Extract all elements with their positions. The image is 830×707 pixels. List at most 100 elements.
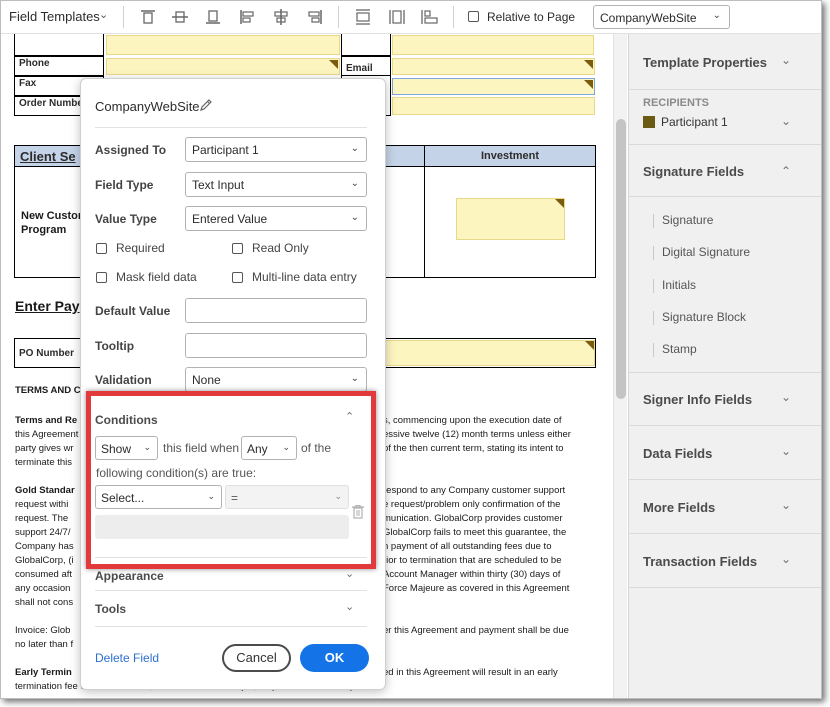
toolbar: Field Templates ⌄ Relative to Page Compa… xyxy=(1,1,821,34)
align-middle-icon[interactable] xyxy=(170,8,190,26)
form-field[interactable] xyxy=(392,35,594,55)
chevron-down-icon[interactable]: ⌄ xyxy=(781,552,791,566)
terms-line: request. The xyxy=(15,513,69,524)
template-properties-header[interactable]: Template Properties xyxy=(643,55,767,70)
cancel-button[interactable]: Cancel xyxy=(222,644,291,672)
signature-field-item[interactable]: Digital Signature xyxy=(662,245,750,259)
match-height-icon[interactable] xyxy=(387,8,407,26)
value-type-select[interactable]: Entered Value ⌄ xyxy=(185,206,367,231)
signature-field-item[interactable]: Initials xyxy=(662,278,696,292)
align-bottom-icon[interactable] xyxy=(203,8,223,26)
condition-value-input[interactable] xyxy=(95,515,349,539)
field-marker xyxy=(329,60,338,69)
delete-field-link[interactable]: Delete Field xyxy=(95,651,159,665)
order-number-label: Order Numbe xyxy=(19,98,83,109)
field-templates-menu[interactable]: Field Templates xyxy=(9,9,100,24)
terms-line: request withi xyxy=(15,499,69,510)
divider xyxy=(629,196,821,197)
divider xyxy=(629,89,821,90)
terms-line: GlobalCorp, (i xyxy=(15,555,74,566)
conditions-header[interactable]: Conditions xyxy=(95,413,158,427)
value-type-value: Entered Value xyxy=(192,212,268,226)
signature-fields-header[interactable]: Signature Fields xyxy=(643,164,744,179)
scrollbar-thumb[interactable] xyxy=(616,119,626,399)
document-select[interactable]: CompanyWebSite ⌄ xyxy=(593,5,730,29)
default-value-input[interactable] xyxy=(185,298,367,323)
chevron-down-icon[interactable]: ⌄ xyxy=(781,114,791,128)
value-type-label: Value Type xyxy=(95,212,157,226)
investment-field[interactable] xyxy=(456,198,565,240)
terms-line: of the then current term, stating its in… xyxy=(383,443,564,454)
appearance-header[interactable]: Appearance xyxy=(95,569,164,583)
this-field-when-text: this field when xyxy=(163,441,240,455)
phone-field[interactable] xyxy=(106,58,340,75)
relative-to-page-checkbox[interactable] xyxy=(468,11,479,22)
field-type-select[interactable]: Text Input ⌄ xyxy=(185,172,367,197)
show-hide-select[interactable]: Show ⌄ xyxy=(95,436,158,460)
assigned-to-label: Assigned To xyxy=(95,143,167,157)
terms-line: Early Termin xyxy=(15,667,72,678)
transaction-fields-header[interactable]: Transaction Fields xyxy=(643,554,757,569)
chevron-down-icon[interactable]: ⌄ xyxy=(781,444,791,458)
chevron-up-icon[interactable]: ⌃ xyxy=(781,164,791,178)
read-only-checkbox[interactable] xyxy=(232,243,243,254)
po-number-field[interactable] xyxy=(381,340,595,366)
align-left-icon[interactable] xyxy=(238,8,258,26)
chevron-down-icon[interactable]: ⌄ xyxy=(345,567,354,580)
terms-line: Force Majeure as covered in this Agreeme… xyxy=(383,583,570,594)
terms-line: GlobalCorp fails to meet this guarantee,… xyxy=(383,527,567,538)
email-field[interactable] xyxy=(392,58,595,75)
multi-line-checkbox[interactable] xyxy=(232,272,243,283)
any-all-select[interactable]: Any ⌄ xyxy=(241,436,297,460)
mask-field-checkbox[interactable] xyxy=(96,272,107,283)
match-size-icon[interactable] xyxy=(420,8,440,26)
tools-header[interactable]: Tools xyxy=(95,602,126,616)
condition-operator-select[interactable]: = ⌄ xyxy=(225,485,349,509)
document-scrollbar[interactable] xyxy=(613,34,627,698)
more-fields-header[interactable]: More Fields xyxy=(643,500,715,515)
chevron-down-icon[interactable]: ⌄ xyxy=(345,600,354,613)
client-section-title: Client Se xyxy=(20,149,76,164)
app-window: Field Templates ⌄ Relative to Page Compa… xyxy=(0,0,822,699)
any-all-value: Any xyxy=(247,442,268,456)
match-width-icon[interactable] xyxy=(353,8,373,26)
po-number-label: PO Number xyxy=(19,348,75,359)
trash-icon[interactable] xyxy=(351,504,365,520)
following-conditions-text: following condition(s) are true: xyxy=(96,466,257,480)
signature-field-item[interactable]: Signature xyxy=(662,213,713,227)
chevron-down-icon[interactable]: ⌄ xyxy=(99,8,108,21)
terms-line: shall not cons xyxy=(15,597,74,608)
data-fields-header[interactable]: Data Fields xyxy=(643,446,712,461)
assigned-to-select[interactable]: Participant 1 ⌄ xyxy=(185,137,367,162)
form-field[interactable] xyxy=(106,35,340,55)
condition-field-select[interactable]: Select... ⌄ xyxy=(95,485,222,509)
chevron-down-icon[interactable]: ⌄ xyxy=(781,498,791,512)
terms-line: consumed aft xyxy=(15,569,73,580)
align-center-icon[interactable] xyxy=(271,8,291,26)
tooltip-input[interactable] xyxy=(185,333,367,358)
required-checkbox[interactable] xyxy=(96,243,107,254)
validation-select[interactable]: None ⌄ xyxy=(185,367,367,392)
ok-button[interactable]: OK xyxy=(300,644,369,672)
terms-line: terminate this xyxy=(15,457,73,468)
terms-line: ed in this Agreement will result in an e… xyxy=(383,667,558,678)
terms-line: Terms and Re xyxy=(15,415,78,426)
align-right-icon[interactable] xyxy=(304,8,324,26)
chevron-down-icon[interactable]: ⌄ xyxy=(781,53,791,67)
pencil-icon[interactable] xyxy=(199,98,213,112)
table-cell: Email xyxy=(341,56,391,76)
signer-info-fields-header[interactable]: Signer Info Fields xyxy=(643,392,752,407)
signature-field-item[interactable]: Signature Block xyxy=(662,310,746,324)
form-field[interactable] xyxy=(392,97,595,115)
chevron-up-icon[interactable]: ⌃ xyxy=(345,410,354,423)
phone-label: Phone xyxy=(19,58,50,69)
align-top-icon[interactable] xyxy=(138,8,158,26)
fax-field[interactable] xyxy=(392,78,595,95)
recipient-select[interactable]: Participant 1 xyxy=(661,115,728,129)
chevron-down-icon[interactable]: ⌄ xyxy=(781,390,791,404)
multi-line-label: Multi-line data entry xyxy=(252,270,357,284)
signature-field-item[interactable]: Stamp xyxy=(662,342,697,356)
terms-line: munication. GlobalCorp provides customer xyxy=(383,513,563,524)
required-label: Required xyxy=(116,241,165,255)
divider xyxy=(95,626,367,627)
